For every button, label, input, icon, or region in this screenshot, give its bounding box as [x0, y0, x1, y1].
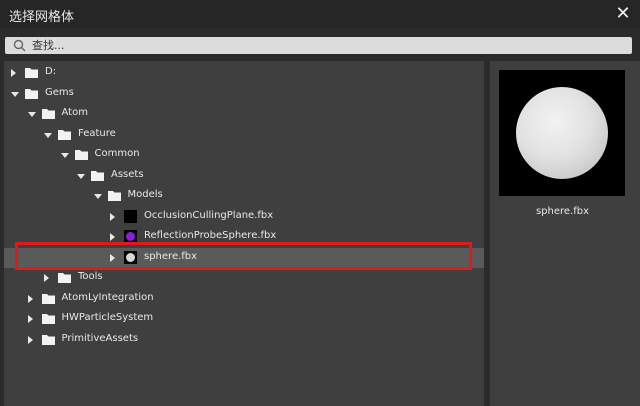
tree-file-row[interactable]: OcclusionCullingPlane.fbx	[4, 207, 484, 227]
collapsed-arrow-icon[interactable]	[110, 233, 115, 241]
tree-folder-row[interactable]: Assets	[4, 166, 484, 186]
file-thumbnail-dot	[126, 252, 135, 262]
folder-icon	[41, 334, 55, 345]
folder-icon	[41, 314, 55, 324]
expanded-arrow-icon[interactable]	[11, 91, 19, 97]
preview-thumbnail	[499, 70, 625, 196]
tree-item-label: Models	[127, 189, 163, 200]
tree-item-label: Atom	[61, 107, 88, 118]
file-thumbnail-icon	[124, 250, 137, 264]
tree-item-label: D:	[45, 66, 57, 77]
dialog-title: 选择网格体	[9, 10, 75, 25]
folder-icon	[25, 68, 38, 78]
collapsed-arrow-icon[interactable]	[27, 315, 33, 323]
tree-item-label: Common	[94, 148, 140, 159]
expanded-arrow-icon[interactable]	[60, 153, 69, 158]
file-thumbnail-icon	[124, 209, 137, 223]
tree-folder-row[interactable]: Feature	[4, 125, 484, 145]
expanded-arrow-icon[interactable]	[93, 194, 102, 199]
title-bar: 选择网格体 ✕	[0, 0, 640, 28]
tree-folder-row[interactable]: Models	[4, 186, 484, 206]
tree-folder-row[interactable]: AtomLyIntegration	[4, 289, 484, 309]
tree-folder-row[interactable]: Atom	[4, 104, 484, 124]
file-thumbnail-dot	[126, 211, 135, 221]
collapsed-arrow-icon[interactable]	[44, 274, 49, 282]
search-bar[interactable]	[5, 37, 632, 54]
tree-item-label: ReflectionProbeSphere.fbx	[144, 230, 277, 241]
tree-item-label: Assets	[111, 168, 144, 180]
preview-panel: sphere.fbx	[490, 61, 640, 406]
tree-item-label: Feature	[78, 127, 116, 139]
tree-folder-row[interactable]: Common	[4, 145, 484, 165]
tree-item-label: OcclusionCullingPlane.fbx	[144, 209, 274, 221]
folder-icon	[41, 109, 55, 119]
expanded-arrow-icon[interactable]	[77, 173, 85, 179]
expanded-arrow-icon[interactable]	[44, 132, 52, 138]
collapsed-arrow-icon[interactable]	[27, 294, 33, 303]
collapsed-arrow-icon[interactable]	[27, 335, 33, 344]
tree-item-label: HWParticleSystem	[61, 312, 154, 323]
tree-folder-row[interactable]: Tools	[4, 268, 484, 288]
collapsed-arrow-icon[interactable]	[110, 212, 115, 221]
expanded-arrow-icon[interactable]	[27, 112, 36, 117]
tree-folder-row[interactable]: HWParticleSystem	[4, 309, 484, 329]
folder-icon	[25, 88, 38, 99]
tree-folder-row[interactable]: PrimitiveAssets	[4, 330, 484, 350]
sphere-preview-image	[516, 87, 608, 179]
file-thumbnail-icon	[124, 230, 137, 243]
tree-file-row[interactable]: ReflectionProbeSphere.fbx	[4, 227, 484, 247]
collapsed-arrow-icon[interactable]	[11, 69, 16, 77]
search-icon	[13, 39, 26, 52]
tree-item-label: AtomLyIntegration	[61, 291, 154, 303]
folder-icon	[91, 170, 104, 181]
tree-folder-row[interactable]: D:	[4, 63, 484, 83]
tree-item-label: Tools	[78, 271, 103, 282]
close-icon[interactable]: ✕	[612, 3, 634, 25]
folder-icon	[74, 150, 88, 160]
preview-label: sphere.fbx	[535, 206, 590, 217]
asset-tree[interactable]: D: Gems Atom Feature Common Assets Models Occlu…	[4, 61, 484, 406]
folder-icon	[58, 129, 71, 140]
tree-item-label: PrimitiveAssets	[61, 332, 139, 344]
search-input[interactable]	[32, 37, 592, 54]
tree-folder-row[interactable]: Gems	[4, 84, 484, 104]
folder-icon	[58, 273, 71, 283]
tree-file-row[interactable]: sphere.fbx	[4, 247, 484, 268]
file-thumbnail-dot	[126, 232, 135, 241]
folder-icon	[41, 293, 55, 304]
collapsed-arrow-icon[interactable]	[110, 253, 115, 262]
folder-icon	[107, 191, 121, 201]
tree-item-label: Gems	[45, 86, 74, 98]
tree-item-label: sphere.fbx	[144, 250, 198, 262]
